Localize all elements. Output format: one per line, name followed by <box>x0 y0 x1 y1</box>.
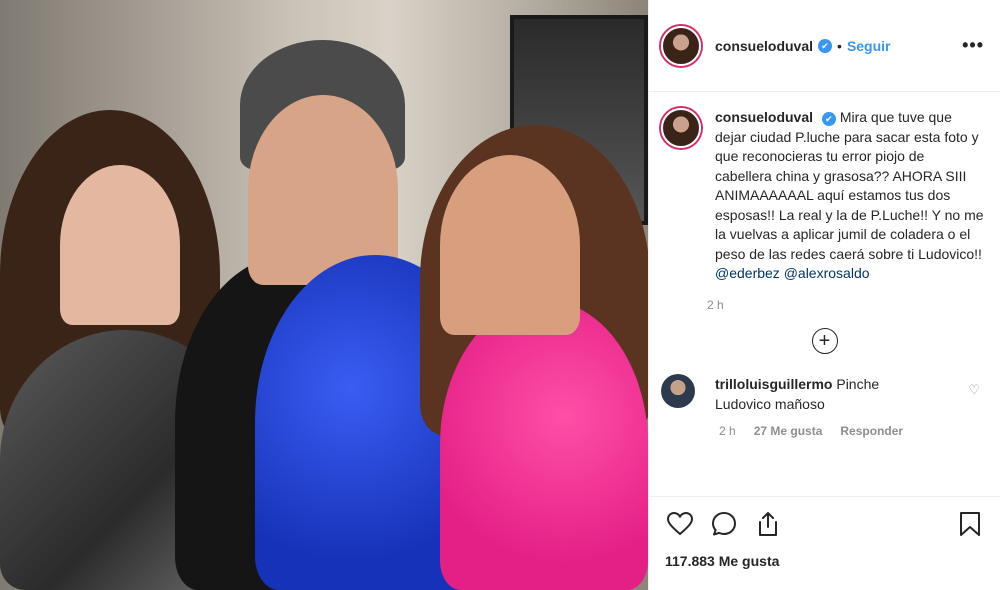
more-options-icon[interactable]: ••• <box>962 35 984 56</box>
caption-username[interactable]: consueloduval <box>715 109 813 125</box>
share-icon[interactable] <box>753 509 783 539</box>
woman-right-pink-top <box>440 300 648 590</box>
comment-text: trilloluisguillermo Pinche Ludovico maño… <box>715 374 935 414</box>
comment-like-heart-icon[interactable]: ♡ <box>968 382 980 398</box>
bookmark-icon[interactable] <box>955 509 985 539</box>
comment-likes-count[interactable]: 27 Me gusta <box>754 424 823 438</box>
post-photo[interactable] <box>0 0 648 590</box>
comment-bubble-icon[interactable] <box>709 509 739 539</box>
author-username[interactable]: consueloduval <box>715 38 813 54</box>
separator-dot: • <box>837 37 842 54</box>
follow-button[interactable]: Seguir <box>847 38 891 54</box>
comment-meta: 2 h 27 Me gusta Responder <box>719 424 1000 438</box>
caption-body: Mira que tuve que dejar ciudad P.luche p… <box>715 109 984 262</box>
commenter-avatar[interactable] <box>661 373 695 408</box>
mention-ederbez[interactable]: @ederbez <box>715 265 780 281</box>
mention-alexrosaldo[interactable]: @alexrosaldo <box>784 265 870 281</box>
woman-left-face <box>60 165 180 325</box>
likes-count[interactable]: 117.883 Me gusta <box>665 553 985 569</box>
comment-time: 2 h <box>719 423 736 438</box>
woman-right-face <box>440 155 580 335</box>
caption-time: 2 h <box>707 297 724 312</box>
heart-outline-icon[interactable] <box>665 509 695 539</box>
reply-button[interactable]: Responder <box>840 424 903 438</box>
caption: consueloduval ✔ Mira que tuve que dejar … <box>649 92 1000 284</box>
post-actions: 117.883 Me gusta <box>649 496 1000 590</box>
author-avatar[interactable] <box>661 25 701 66</box>
verified-badge-icon: ✔ <box>818 38 833 53</box>
post-side-panel: consueloduval ✔ • Seguir ••• consueloduv… <box>648 0 1000 590</box>
commenter-username[interactable]: trilloluisguillermo <box>715 376 832 392</box>
caption-author-avatar[interactable] <box>661 108 701 148</box>
caption-text: consueloduval ✔ Mira que tuve que dejar … <box>715 108 984 284</box>
caption-verified-badge-icon: ✔ <box>821 112 836 126</box>
comment-item: trilloluisguillermo Pinche Ludovico maño… <box>649 373 1000 414</box>
load-more-comments-icon[interactable]: + <box>811 327 838 354</box>
post-header: consueloduval ✔ • Seguir ••• <box>649 0 1000 92</box>
